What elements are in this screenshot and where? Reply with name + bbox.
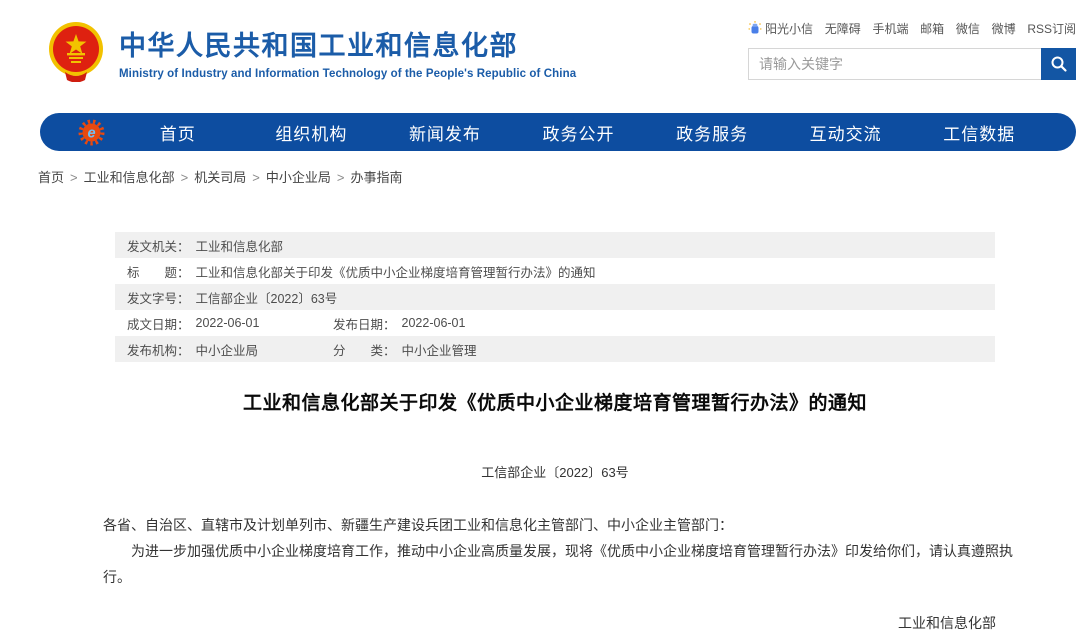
search-button[interactable]	[1041, 48, 1076, 80]
top-link-sunshine-xiaoxin[interactable]: 阳光小信	[748, 20, 813, 37]
meta-cell: 标 题： 工业和信息化部关于印发《优质中小企业梯度培育管理暂行办法》的通知	[127, 262, 596, 281]
breadcrumb-item[interactable]: 工业和信息化部	[84, 170, 175, 185]
meta-value: 工业和信息化部关于印发《优质中小企业梯度培育管理暂行办法》的通知	[196, 262, 596, 281]
meta-label: 发布机构：	[127, 340, 190, 359]
meta-cell: 发布日期： 2022-06-01	[333, 314, 465, 333]
top-link-accessibility[interactable]: 无障碍	[825, 20, 861, 37]
signature-inner: 工业和信息化部 2022年6月1日	[898, 611, 996, 636]
breadcrumb-separator: >	[337, 170, 345, 185]
breadcrumb-item[interactable]: 首页	[38, 170, 64, 185]
site-name-en: Ministry of Industry and Information Tec…	[119, 68, 576, 80]
nav-item-news[interactable]: 新闻发布	[378, 120, 512, 145]
top-link-label: 阳光小信	[765, 20, 813, 37]
search-icon	[1050, 55, 1068, 73]
top-links: 阳光小信无障碍手机端邮箱微信微博 RSS订阅	[748, 20, 1076, 37]
top-link-label: 无障碍	[825, 20, 861, 37]
meta-label: 分 类：	[333, 340, 396, 359]
doc-title: 工业和信息化部关于印发《优质中小企业梯度培育管理暂行办法》的通知	[115, 388, 995, 415]
search-input[interactable]	[748, 48, 1041, 80]
national-emblem-icon	[45, 20, 107, 82]
signature-issuer: 工业和信息化部	[898, 611, 996, 636]
meta-value: 中小企业管理	[402, 340, 477, 359]
top-link-mail[interactable]: 邮箱	[920, 20, 944, 37]
meta-cell: 发文字号： 工信部企业〔2022〕63号	[127, 288, 337, 307]
meta-row: 标 题： 工业和信息化部关于印发《优质中小企业梯度培育管理暂行办法》的通知	[115, 258, 995, 284]
nav-item-miit-data[interactable]: 工信数据	[912, 120, 1046, 145]
meta-label: 发布日期：	[333, 314, 396, 333]
breadcrumb-separator: >	[181, 170, 189, 185]
meta-value: 2022-06-01	[402, 316, 466, 330]
top-link-label: 微信	[956, 20, 980, 37]
meta-value: 2022-06-01	[196, 316, 260, 330]
nav-item-organization[interactable]: 组织机构	[245, 120, 379, 145]
nav-item-interaction[interactable]: 互动交流	[779, 120, 913, 145]
site-titles: 中华人民共和国工业和信息化部 Ministry of Industry and …	[119, 18, 576, 80]
meta-table: 发文机关： 工业和信息化部标 题： 工业和信息化部关于印发《优质中小企业梯度培育管理…	[115, 232, 995, 362]
doc-paragraph: 各省、自治区、直辖市及计划单列市、新疆生产建设兵团工业和信息化主管部门、中小企业…	[103, 512, 1022, 538]
top-link-label: RSS订阅	[1027, 20, 1076, 37]
top-link-wechat[interactable]: 微信	[956, 20, 980, 37]
nav-item-home[interactable]: 首页	[111, 120, 245, 145]
doc-body: 各省、自治区、直辖市及计划单列市、新疆生产建设兵团工业和信息化主管部门、中小企业…	[103, 512, 1022, 590]
meta-value: 工信部企业〔2022〕63号	[196, 288, 338, 307]
site-name: 中华人民共和国工业和信息化部	[119, 24, 576, 63]
breadcrumb-separator: >	[70, 170, 78, 185]
meta-row: 发布机构： 中小企业局 分 类： 中小企业管理	[115, 336, 995, 362]
miit-gear-logo-icon: e	[78, 119, 105, 146]
search-bar	[748, 48, 1076, 80]
meta-row: 发文字号： 工信部企业〔2022〕63号	[115, 284, 995, 310]
nav-item-gov-services[interactable]: 政务服务	[645, 120, 779, 145]
doc-number: 工信部企业〔2022〕63号	[115, 462, 995, 481]
breadcrumb: 首页 > 工业和信息化部 > 机关司局 > 中小企业局 > 办事指南	[38, 167, 1080, 186]
meta-cell: 发文机关： 工业和信息化部	[127, 236, 283, 255]
top-link-label: 手机端	[872, 20, 908, 37]
doc-paragraph: 为进一步加强优质中小企业梯度培育工作，推动中小企业高质量发展，现将《优质中小企业…	[103, 538, 1022, 590]
svg-text:e: e	[87, 125, 95, 141]
top-link-label: 邮箱	[920, 20, 944, 37]
breadcrumb-separator: >	[252, 170, 260, 185]
top-link-rss[interactable]: RSS订阅	[1027, 20, 1076, 37]
main-nav: e 首页组织机构新闻发布政务公开政务服务互动交流工信数据	[40, 113, 1076, 151]
meta-cell: 发布机构： 中小企业局	[127, 340, 333, 359]
sunshine-robot-icon	[748, 21, 762, 36]
meta-value: 工业和信息化部	[196, 236, 284, 255]
header-right: 阳光小信无障碍手机端邮箱微信微博 RSS订阅	[748, 18, 1078, 80]
meta-cell: 成文日期： 2022-06-01	[127, 314, 333, 333]
breadcrumb-item[interactable]: 中小企业局	[266, 170, 331, 185]
top-link-weibo[interactable]: 微博	[992, 20, 1016, 37]
site-header: 中华人民共和国工业和信息化部 Ministry of Industry and …	[0, 0, 1080, 100]
meta-row: 发文机关： 工业和信息化部	[115, 232, 995, 258]
meta-label: 发文机关：	[127, 236, 190, 255]
signature-block: 工业和信息化部 2022年6月1日	[0, 611, 1080, 636]
meta-value: 中小企业局	[196, 340, 259, 359]
breadcrumb-item[interactable]: 机关司局	[194, 170, 246, 185]
top-link-label: 微博	[992, 20, 1016, 37]
meta-cell: 分 类： 中小企业管理	[333, 340, 477, 359]
meta-label: 发文字号：	[127, 288, 190, 307]
meta-row: 成文日期： 2022-06-01 发布日期： 2022-06-01	[115, 310, 995, 336]
meta-label: 标 题：	[127, 262, 190, 281]
meta-label: 成文日期：	[127, 314, 190, 333]
nav-item-gov-disclosure[interactable]: 政务公开	[512, 120, 646, 145]
top-link-mobile[interactable]: 手机端	[872, 20, 908, 37]
breadcrumb-item: 办事指南	[350, 170, 402, 185]
